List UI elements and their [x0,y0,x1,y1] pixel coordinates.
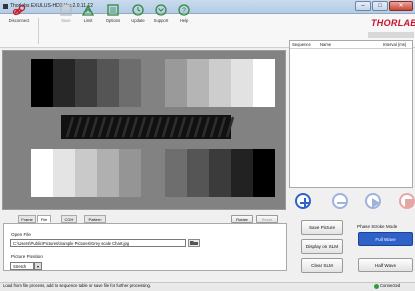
col-header-name[interactable]: Name [320,42,331,47]
rotate-button[interactable]: Rotate [231,215,253,223]
gray-swatch-bottom-left [53,149,75,197]
gray-swatch-bottom-left [119,149,141,197]
maximize-button[interactable]: □ [372,1,388,11]
toolbar-divider [38,18,39,44]
save-label: Save [61,18,71,23]
help-button[interactable]: ? Help [172,2,196,32]
minus-icon [337,202,347,204]
add-sequence-button[interactable] [295,193,311,209]
status-message: Load from file process, add to sequence … [3,283,152,288]
col-header-sequence[interactable]: Sequence [292,42,311,47]
tab-frame[interactable]: Frame [18,215,36,223]
gray-swatch-top-left [119,59,141,107]
gray-swatch-top-left [97,59,119,107]
play-sequence-button[interactable] [365,193,381,209]
gray-swatch-top-left [53,59,75,107]
display-on-slm-button[interactable]: Display on SLM [301,239,343,254]
update-button[interactable]: Update [126,2,150,32]
disconnect-icon [12,4,26,16]
gray-swatch-bottom-right [187,149,209,197]
logo-strip [368,32,414,38]
gray-swatch-top-right [187,59,209,107]
connected-indicator-icon [374,284,379,289]
tab-file[interactable]: File [37,215,51,223]
update-icon [132,4,144,16]
connection-status: Connected [380,283,401,288]
gray-swatch-top-right [231,59,253,107]
col-header-interval[interactable]: Interval (ms) [383,42,406,47]
close-button[interactable]: ✕ [389,1,413,11]
gray-swatch-bottom-right [231,149,253,197]
grayscale-chart [31,59,275,197]
options-icon [107,4,119,16]
options-label: Options [105,18,121,23]
open-file-label: Open File [11,232,31,237]
gray-swatch-bottom-left [31,149,53,197]
save-button[interactable]: Save [54,2,78,32]
svg-text:?: ? [182,8,186,15]
table-header-divider [290,48,412,49]
disconnect-button[interactable]: Disconnect [4,2,34,32]
save-icon [60,4,72,16]
gray-swatch-bottom-right [165,149,187,197]
tab-pattern[interactable]: Pattern [84,215,106,223]
remove-sequence-button[interactable] [332,193,348,209]
picture-position-select[interactable]: Stretch [10,262,34,270]
help-icon: ? [178,4,190,16]
support-label: Support [153,18,169,23]
tab-cgh[interactable]: CGH [61,215,77,223]
update-label: Update [131,18,145,23]
gray-swatch-bottom-right [253,149,275,197]
limit-button[interactable]: Limit [76,2,100,32]
help-label: Help [179,18,189,23]
options-button[interactable]: Options [101,2,125,32]
gray-swatch-top-right [253,59,275,107]
clear-slm-button[interactable]: Clear SLM [301,258,343,273]
limit-icon [81,4,95,16]
stop-sequence-button[interactable] [399,193,415,209]
limit-label: Limit [83,18,93,23]
minimize-button[interactable]: – [355,1,371,11]
stop-icon [405,199,413,207]
save-picture-button[interactable]: Save Picture [301,220,343,235]
reset-button[interactable]: Reset [256,215,278,223]
gray-swatch-top-left [31,59,53,107]
file-path-field[interactable]: C:\Users\Public\Pictures\Sample Pictures… [10,239,186,247]
image-preview [2,50,286,210]
picture-position-label: Picture Position [11,254,43,259]
gray-swatch-bottom-left [75,149,97,197]
disconnect-label: Disconnect [8,18,30,23]
support-button[interactable]: Support [149,2,173,32]
play-icon [372,198,380,208]
gray-swatch-top-right [165,59,187,107]
chevron-down-icon[interactable]: ▾ [34,262,42,270]
plus-icon [300,198,310,208]
gray-swatch-bottom-left [97,149,119,197]
full-wave-button[interactable]: Full Wave [358,232,413,246]
thorlabs-logo: THORLABS [371,18,415,28]
gray-swatch-top-left [75,59,97,107]
folder-icon [190,241,198,245]
support-icon [155,4,167,16]
phase-stroke-mode-label: Phase Stroke Mode [357,224,398,229]
gray-swatch-top-right [209,59,231,107]
half-wave-button[interactable]: Half Wave [358,258,413,272]
sequence-table[interactable]: Sequence Name Interval (ms) [289,40,413,188]
file-panel [3,223,287,271]
browse-folder-button[interactable] [188,239,200,247]
gray-swatch-bottom-right [209,149,231,197]
